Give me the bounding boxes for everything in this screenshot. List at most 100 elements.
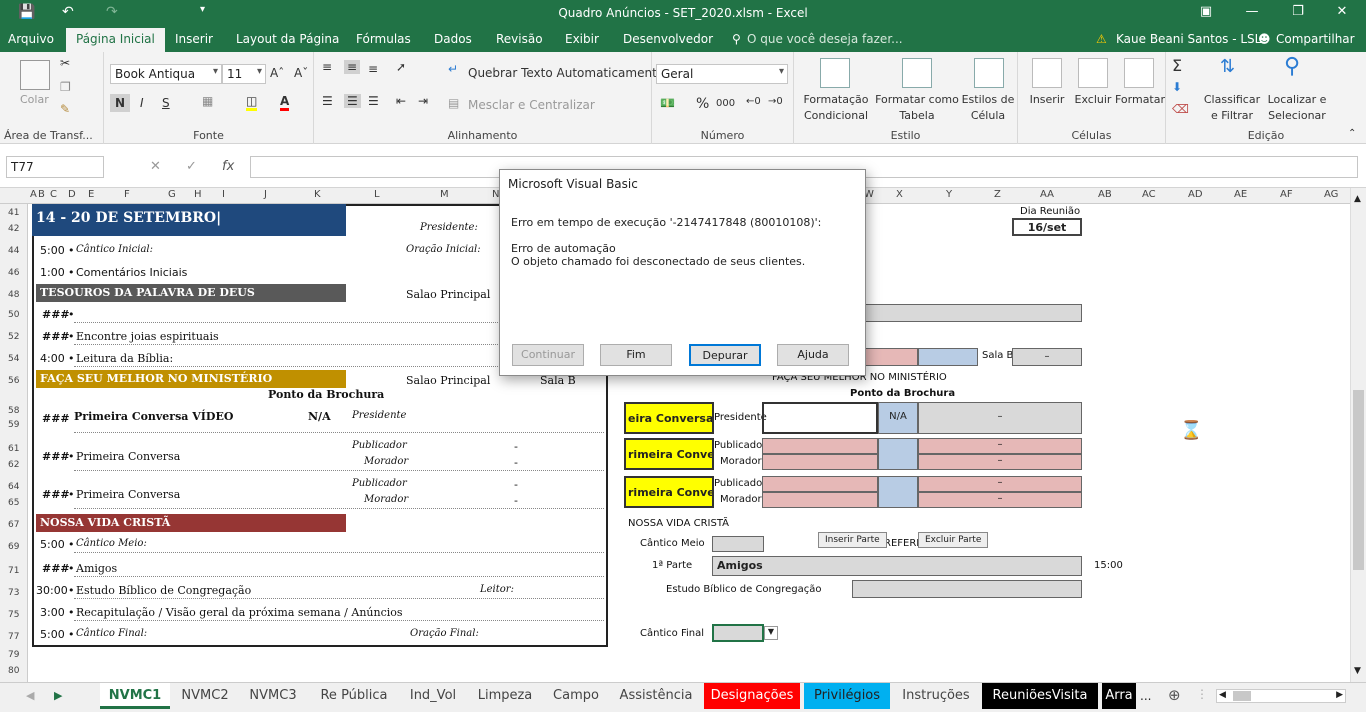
presidente-value[interactable]: – <box>918 402 1082 434</box>
pub-input-1[interactable] <box>762 438 878 454</box>
col-ad[interactable]: AD <box>1188 189 1203 200</box>
increase-decimal-icon[interactable]: ←0 <box>746 96 761 107</box>
final-song-input[interactable] <box>712 624 764 642</box>
fill-color-icon[interactable]: ◫ <box>246 94 258 111</box>
wrap-text-button[interactable]: Quebrar Texto Automaticamente <box>468 66 664 80</box>
hscroll-thumb[interactable] <box>1233 691 1251 701</box>
row-52[interactable]: 52 <box>8 332 19 342</box>
conv-button-1[interactable]: rimeira Convers <box>624 438 714 470</box>
borders-icon[interactable]: ▦ <box>202 94 213 108</box>
col-c[interactable]: C <box>50 189 57 200</box>
find-select-label2[interactable]: Selecionar <box>1262 108 1332 124</box>
sheet-tab-re-publica[interactable]: Re Pública <box>312 683 396 709</box>
currency-icon[interactable]: 💵 <box>660 96 675 110</box>
delete-cells-button[interactable]: Excluir <box>1070 92 1116 108</box>
tab-exibir[interactable]: Exibir <box>565 32 599 46</box>
col-b[interactable]: B <box>38 189 45 200</box>
amigos-input[interactable]: Amigos <box>712 556 1082 576</box>
sheet-tab-arra[interactable]: Arra <box>1102 683 1136 709</box>
format-table-label1[interactable]: Formatar como <box>874 92 960 108</box>
row-56[interactable]: 56 <box>8 376 19 386</box>
row-77[interactable]: 77 <box>8 632 19 642</box>
row-42[interactable]: 42 <box>8 224 19 234</box>
grow-font-icon[interactable]: Aˆ <box>270 66 284 80</box>
row-54[interactable]: 54 <box>8 354 19 364</box>
restore-button[interactable]: ❐ <box>1278 4 1318 19</box>
mid-song-input[interactable] <box>712 536 764 552</box>
decrease-decimal-icon[interactable]: →0 <box>768 96 783 107</box>
col-ag[interactable]: AG <box>1324 189 1338 200</box>
tab-desenvolvedor[interactable]: Desenvolvedor <box>623 32 713 46</box>
align-top-icon[interactable]: ≡ <box>322 60 332 74</box>
insert-cells-button[interactable]: Inserir <box>1024 92 1070 108</box>
col-k[interactable]: K <box>314 189 321 200</box>
col-j[interactable]: J <box>264 189 267 200</box>
col-y[interactable]: Y <box>946 189 952 200</box>
delete-cells-icon[interactable] <box>1078 58 1108 88</box>
row-59[interactable]: 59 <box>8 420 19 430</box>
mor-input-2[interactable] <box>762 492 878 508</box>
format-table-label2[interactable]: Tabela <box>874 108 960 124</box>
pink-input[interactable] <box>862 348 918 366</box>
align-bottom-icon[interactable]: ≡ <box>368 62 378 76</box>
bold-button[interactable]: N <box>110 94 131 112</box>
align-left-icon[interactable]: ☰ <box>322 94 333 108</box>
sheet-tab-assistencia[interactable]: Assistência <box>612 683 700 709</box>
na-right[interactable]: N/A <box>878 402 918 434</box>
row-50[interactable]: 50 <box>8 310 19 320</box>
col-e[interactable]: E <box>88 189 94 200</box>
thousands-button[interactable]: 000 <box>716 98 735 109</box>
dropdown-arrow-icon[interactable]: ▼ <box>764 626 778 640</box>
font-name-select[interactable]: Book Antiqua <box>110 64 222 84</box>
format-painter-icon[interactable]: ✎ <box>60 102 70 116</box>
row-58[interactable]: 58 <box>8 406 19 416</box>
scroll-down-icon[interactable]: ▼ <box>1354 666 1361 676</box>
scroll-thumb[interactable] <box>1353 390 1364 570</box>
tab-dados[interactable]: Dados <box>434 32 472 46</box>
row-79[interactable]: 79 <box>8 650 19 660</box>
row-41[interactable]: 41 <box>8 208 19 218</box>
pub-value-2[interactable]: – <box>918 476 1082 492</box>
insert-function-icon[interactable]: fx <box>222 159 234 174</box>
col-l[interactable]: L <box>374 189 380 200</box>
more-tabs[interactable]: ... <box>1140 689 1151 703</box>
vertical-scrollbar[interactable]: ▲ ▼ <box>1350 188 1366 682</box>
blue-mid-2[interactable] <box>878 476 918 508</box>
sheet-tab-reunioes-visita[interactable]: ReuniõesVisita <box>982 683 1098 709</box>
sort-filter-label2[interactable]: e Filtrar <box>1200 108 1264 124</box>
pub-value-1[interactable]: – <box>918 438 1082 454</box>
col-af[interactable]: AF <box>1280 189 1293 200</box>
sheet-tab-limpeza[interactable]: Limpeza <box>470 683 540 709</box>
decrease-indent-icon[interactable]: ⇤ <box>396 94 406 108</box>
next-sheet-icon[interactable]: ▶ <box>54 689 62 702</box>
conv-button-2[interactable]: rimeira Convers <box>624 476 714 508</box>
row-67[interactable]: 67 <box>8 520 19 530</box>
col-m[interactable]: M <box>440 189 449 200</box>
sala-b-value[interactable]: – <box>1012 348 1082 366</box>
row-61[interactable]: 61 <box>8 444 19 454</box>
format-cells-icon[interactable] <box>1124 58 1154 88</box>
cancel-icon[interactable]: ✕ <box>150 159 161 174</box>
sheet-tab-instrucoes[interactable]: Instruções <box>894 683 978 709</box>
increase-indent-icon[interactable]: ⇥ <box>418 94 428 108</box>
close-button[interactable]: ✕ <box>1322 4 1362 19</box>
cell-styles-label1[interactable]: Estilos de <box>960 92 1016 108</box>
tab-arquivo[interactable]: Arquivo <box>8 32 54 46</box>
sheet-tab-nvmc2[interactable]: NVMC2 <box>172 683 238 709</box>
row-46[interactable]: 46 <box>8 268 19 278</box>
row-69[interactable]: 69 <box>8 542 19 552</box>
sheet-tab-campo[interactable]: Campo <box>544 683 608 709</box>
col-ae[interactable]: AE <box>1234 189 1247 200</box>
sheet-tab-nvmc1[interactable]: NVMC1 <box>100 683 170 709</box>
col-aa[interactable]: AA <box>1040 189 1054 200</box>
cell-styles-icon[interactable] <box>974 58 1004 88</box>
sort-filter-label1[interactable]: Classificar <box>1200 92 1264 108</box>
help-button[interactable]: Ajuda <box>777 344 849 366</box>
col-x[interactable]: X <box>896 189 903 200</box>
sheet-tab-privilegios[interactable]: Privilégios <box>804 683 890 709</box>
row-73[interactable]: 73 <box>8 588 19 598</box>
minimize-button[interactable]: — <box>1232 4 1272 19</box>
col-a[interactable]: A <box>30 189 37 200</box>
row-75[interactable]: 75 <box>8 610 19 620</box>
insert-cells-icon[interactable] <box>1032 58 1062 88</box>
